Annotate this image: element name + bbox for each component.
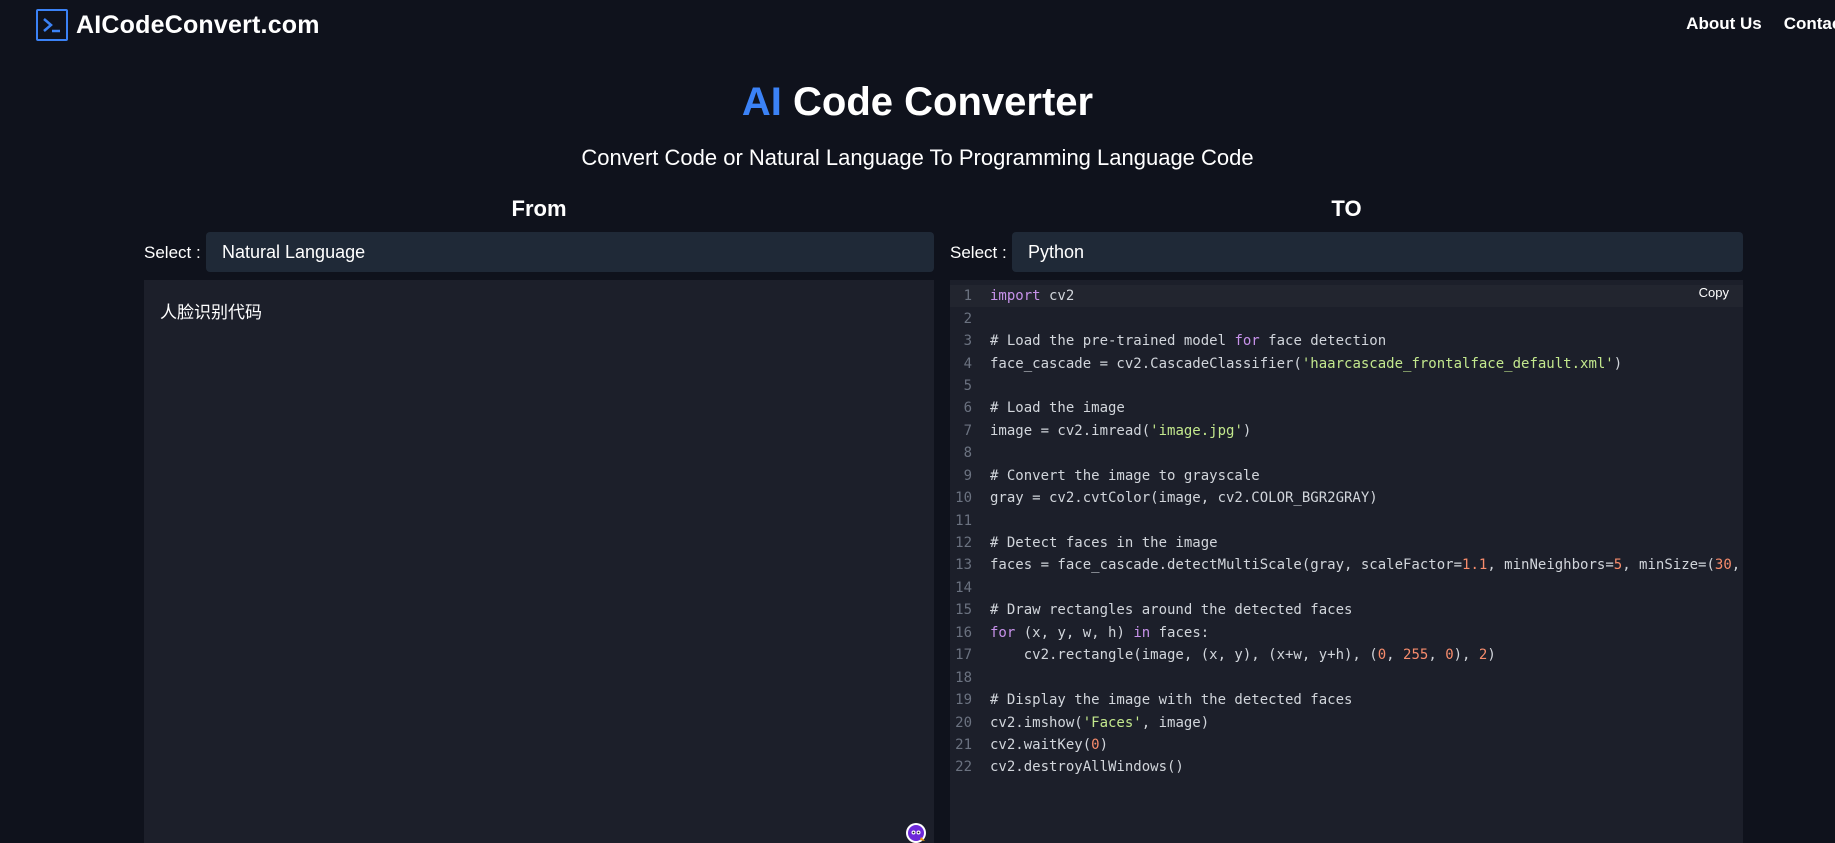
code-line: 9 # Convert the image to grayscale [950,465,1743,487]
from-language-select[interactable]: Natural Language [206,232,934,272]
copy-button[interactable]: Copy [1699,285,1729,300]
code-text: cv2.destroyAllWindows() [990,759,1184,776]
line-number: 10 [955,490,972,507]
page-title-rest: Code Converter [781,80,1094,124]
code-text: # Display the image with the detected fa… [990,692,1353,709]
code-line: 13 faces = face_cascade.detectMultiScale(… [950,554,1743,576]
line-number: 11 [955,512,972,529]
line-number: 19 [955,692,972,709]
line-number: 13 [955,557,972,574]
code-text: face_cascade = cv2.CascadeClassifier('ha… [990,355,1623,372]
code-line: 7 image = cv2.imread('image.jpg') [950,420,1743,442]
from-select-label: Select : [144,243,201,262]
code-text: for (x, y, w, h) in faces: [990,624,1210,641]
assistant-bot-icon[interactable] [906,823,926,843]
code-line: 15 # Draw rectangles around the detected … [950,599,1743,621]
site-name: AICodeConvert.com [76,10,320,39]
code-text: gray = cv2.cvtColor(image, cv2.COLOR_BGR… [990,490,1378,507]
code-line: 19 # Display the image with the detected … [950,689,1743,711]
code-text: faces = face_cascade.detectMultiScale(gr… [990,557,1741,574]
nav-contact[interactable]: Contact [1784,14,1835,34]
line-number: 6 [963,400,972,417]
top-bar: AICodeConvert.com About Us Contact [0,0,1835,48]
page-subtitle: Convert Code or Natural Language To Prog… [581,145,1254,170]
code-text: # Detect faces in the image [990,535,1218,552]
page-title: AI Code Converter [0,80,1835,125]
line-number: 14 [955,579,972,596]
code-line: 22 cv2.destroyAllWindows() [950,756,1743,778]
code-text: # Load the pre-trained model for face de… [990,333,1387,350]
source-input-area[interactable]: 人脸识别代码 [144,280,934,843]
line-number: 21 [955,736,972,753]
line-number: 7 [963,422,972,439]
code-line: 4 face_cascade = cv2.CascadeClassifier('h… [950,352,1743,374]
code-line: 20 cv2.imshow('Faces', image) [950,711,1743,733]
code-line: 16 for (x, y, w, h) in faces: [950,622,1743,644]
to-language-select[interactable]: Python [1012,232,1743,272]
main-nav: About Us Contact [1686,14,1835,34]
line-number: 22 [955,759,972,776]
line-number: 17 [955,647,972,664]
line-number: 1 [963,288,972,305]
to-select-label: Select : [950,243,1007,262]
code-line: 14 [950,577,1743,599]
code-text: # Convert the image to grayscale [990,467,1260,484]
line-number: 3 [963,333,972,350]
code-line: 6 # Load the image [950,397,1743,419]
code-line: 5 [950,375,1743,397]
line-number: 18 [955,669,972,686]
code-line: 10 gray = cv2.cvtColor(image, cv2.COLOR_B… [950,487,1743,509]
code-line: 2 [950,307,1743,329]
code-text: # Load the image [990,400,1125,417]
code-line: 11 [950,509,1743,531]
site-logo[interactable]: AICodeConvert.com [36,9,320,41]
source-input-text: 人脸识别代码 [160,303,262,323]
line-number: 16 [955,624,972,641]
from-heading: From [511,196,567,221]
line-number: 2 [963,310,972,327]
line-number: 20 [955,714,972,731]
page-title-accent: AI [741,80,782,124]
line-number: 12 [955,535,972,552]
code-line: 21 cv2.waitKey(0) [950,734,1743,756]
line-number: 9 [963,467,972,484]
code-output-area: 1 import cv2 2 3 # Load the pre-trained mode… [950,280,1743,843]
code-line: 12 # Detect faces in the image [950,532,1743,554]
to-language-value: Python [1028,241,1085,262]
code-line: 18 [950,666,1743,688]
code-line: 17 cv2.rectangle(image, (x, y), (x+w, y+… [950,644,1743,666]
code-line: 1 import cv2 [950,285,1743,308]
code-text: # Draw rectangles around the detected fa… [990,602,1353,619]
code-text: cv2.imshow('Faces', image) [990,714,1210,731]
code-text: import cv2 [990,288,1075,305]
from-language-value: Natural Language [222,241,366,262]
code-text: image = cv2.imread('image.jpg') [990,422,1252,439]
code-text: cv2.rectangle(image, (x, y), (x+w, y+h),… [990,647,1496,664]
code-text: cv2.waitKey(0) [990,736,1109,753]
code-line: 8 [950,442,1743,464]
to-heading: TO [1331,196,1362,221]
line-number: 8 [963,445,972,462]
nav-about-us[interactable]: About Us [1686,14,1762,34]
code-lines: 1 import cv2 2 3 # Load the pre-trained mode… [950,285,1743,779]
line-number: 5 [963,377,972,394]
line-number: 4 [963,355,972,372]
terminal-prompt-icon [36,9,68,41]
line-number: 15 [955,602,972,619]
code-line: 3 # Load the pre-trained model for face d… [950,330,1743,352]
